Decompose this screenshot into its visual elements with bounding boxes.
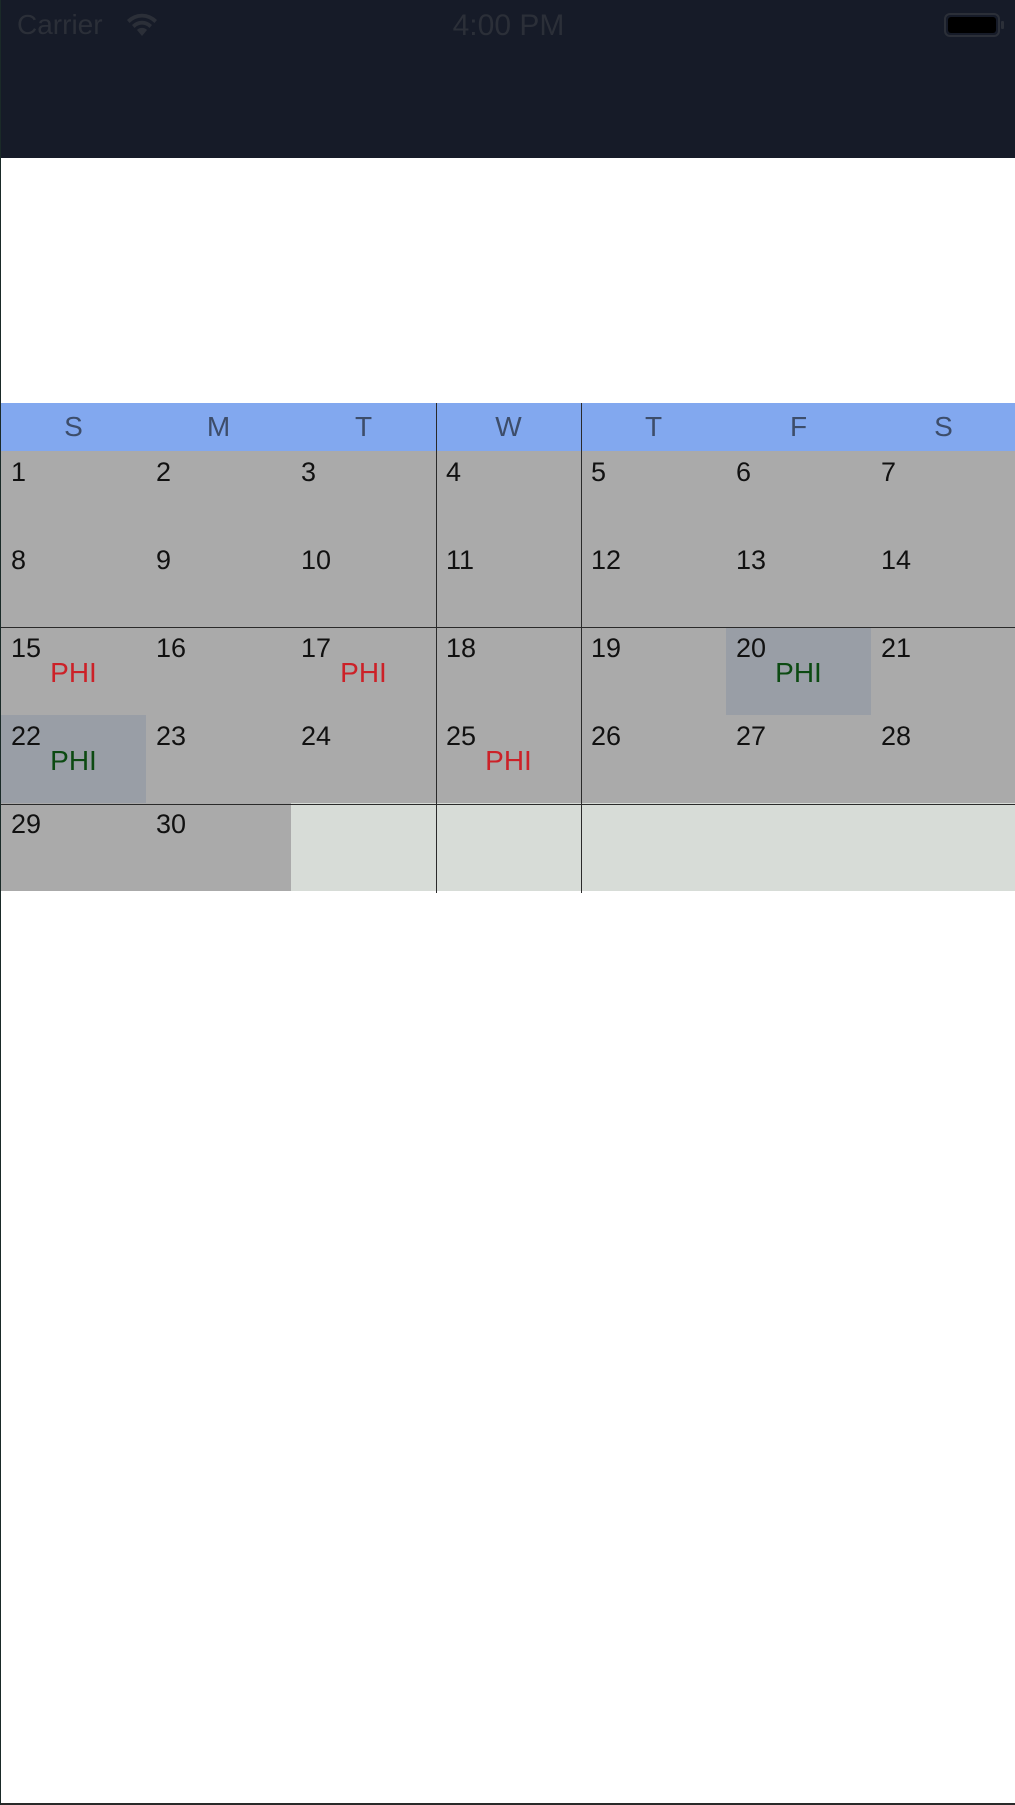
battery-icon bbox=[944, 13, 1004, 37]
weekday-label: S bbox=[934, 411, 953, 442]
status-bar: Carrier 4:00 PM bbox=[1, 0, 1015, 54]
day-cell[interactable]: 29 bbox=[1, 803, 146, 891]
day-cell[interactable]: 17 PHI bbox=[291, 627, 436, 715]
day-cell[interactable]: 22 PHI bbox=[1, 715, 146, 803]
empty-day-cell bbox=[291, 803, 436, 891]
day-number: 27 bbox=[736, 721, 767, 751]
event-label: PHI bbox=[485, 745, 532, 776]
day-cell[interactable]: 26 bbox=[581, 715, 726, 803]
row-divider bbox=[1, 804, 1015, 805]
day-cell[interactable]: 11 bbox=[436, 539, 581, 627]
weekday-label: F bbox=[789, 411, 808, 442]
column-divider bbox=[581, 403, 582, 893]
day-cell[interactable]: 6 bbox=[726, 451, 871, 539]
event-label: PHI bbox=[775, 657, 822, 688]
day-cell[interactable]: 1 bbox=[1, 451, 146, 539]
day-cell[interactable]: 12 bbox=[581, 539, 726, 627]
day-cell[interactable]: 15 PHI bbox=[1, 627, 146, 715]
day-number: 16 bbox=[156, 633, 187, 663]
empty-day-cell bbox=[581, 803, 726, 891]
day-number: 5 bbox=[591, 457, 607, 487]
day-cell[interactable]: 7 bbox=[871, 451, 1015, 539]
day-cell[interactable]: 21 bbox=[871, 627, 1015, 715]
day-number: 11 bbox=[446, 545, 475, 575]
day-cell[interactable]: 8 bbox=[1, 539, 146, 627]
empty-day-cell bbox=[871, 803, 1015, 891]
day-cell[interactable]: 27 bbox=[726, 715, 871, 803]
day-cell[interactable]: 16 bbox=[146, 627, 291, 715]
day-number: 28 bbox=[881, 721, 912, 751]
day-cell[interactable]: 30 bbox=[146, 803, 291, 891]
day-cell[interactable]: 28 bbox=[871, 715, 1015, 803]
day-cell[interactable]: 2 bbox=[146, 451, 291, 539]
day-number: 6 bbox=[736, 457, 752, 487]
month-calendar: SMTWTFS 1 2 3 4 5 6 7 8 9 10 11 12 13 14 15 PHI 16 17 PHI 1… bbox=[1, 403, 1015, 893]
day-number: 26 bbox=[591, 721, 622, 751]
day-number: 10 bbox=[301, 545, 332, 575]
day-cell[interactable]: 5 bbox=[581, 451, 726, 539]
row-divider bbox=[1, 627, 1015, 628]
event-label: PHI bbox=[50, 745, 97, 776]
day-number: 30 bbox=[156, 809, 187, 839]
weekday-label: M bbox=[206, 411, 231, 442]
day-cell[interactable]: 18 bbox=[436, 627, 581, 715]
weekday-label: W bbox=[495, 411, 522, 442]
event-label: PHI bbox=[340, 657, 387, 688]
weekday-label: T bbox=[644, 411, 663, 442]
day-cell[interactable]: 4 bbox=[436, 451, 581, 539]
day-cell[interactable]: 25 PHI bbox=[436, 715, 581, 803]
day-number: 14 bbox=[881, 545, 912, 575]
day-number: 21 bbox=[881, 633, 912, 663]
day-number: 2 bbox=[156, 457, 172, 487]
calendar-grid: 1 2 3 4 5 6 7 8 9 10 11 12 13 14 15 PHI 16 17 PHI 18 19 20 PHI… bbox=[1, 451, 1015, 892]
day-number: 13 bbox=[736, 545, 767, 575]
day-number: 19 bbox=[591, 633, 622, 663]
day-number: 7 bbox=[881, 457, 897, 487]
column-divider bbox=[436, 403, 437, 893]
day-cell[interactable]: 10 bbox=[291, 539, 436, 627]
day-cell[interactable]: 24 bbox=[291, 715, 436, 803]
weekday-label: T bbox=[354, 411, 373, 442]
day-number: 24 bbox=[301, 721, 332, 751]
day-number: 29 bbox=[11, 809, 42, 839]
day-cell[interactable]: 20 PHI bbox=[726, 627, 871, 715]
day-number: 3 bbox=[301, 457, 317, 487]
navigation-bar: Carrier 4:00 PM bbox=[1, 0, 1015, 158]
day-cell[interactable]: 13 bbox=[726, 539, 871, 627]
weekday-header: SMTWTFS bbox=[1, 403, 1015, 451]
day-cell[interactable]: 14 bbox=[871, 539, 1015, 627]
day-number: 9 bbox=[156, 545, 172, 575]
status-time: 4:00 PM bbox=[452, 9, 565, 42]
day-number: 23 bbox=[156, 721, 187, 751]
app-screen: Carrier 4:00 PM SMTWTFS 1 2 3 4 5 6 7 8 9 10 11 12 1… bbox=[0, 0, 1015, 1805]
event-label: PHI bbox=[50, 657, 97, 688]
day-number: 18 bbox=[446, 633, 477, 663]
empty-day-cell bbox=[436, 803, 581, 891]
day-cell[interactable]: 9 bbox=[146, 539, 291, 627]
empty-day-cell bbox=[726, 803, 871, 891]
day-cell[interactable]: 3 bbox=[291, 451, 436, 539]
weekday-label: S bbox=[64, 411, 83, 442]
day-cell[interactable]: 23 bbox=[146, 715, 291, 803]
day-number: 4 bbox=[446, 457, 462, 487]
day-number: 12 bbox=[591, 545, 622, 575]
day-cell[interactable]: 19 bbox=[581, 627, 726, 715]
day-number: 8 bbox=[11, 545, 27, 575]
day-number: 1 bbox=[11, 457, 27, 487]
